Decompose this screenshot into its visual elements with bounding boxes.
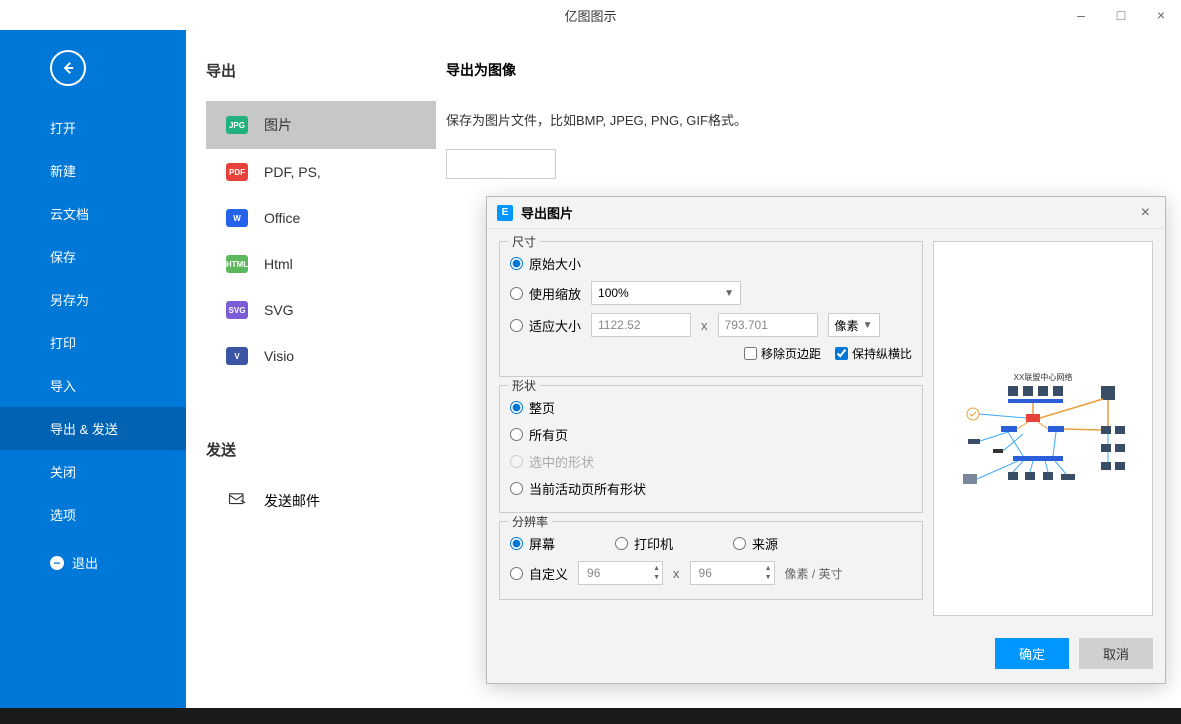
radio-use-scale[interactable]: 使用缩放 [510, 284, 581, 303]
window-controls: – □ × [1061, 0, 1181, 30]
svg-icon: SVG [226, 301, 248, 319]
sidebar-item-saveas[interactable]: 另存为 [0, 278, 186, 321]
radio-screen-dpi[interactable]: 屏幕 [510, 534, 555, 553]
sidebar-item-new[interactable]: 新建 [0, 149, 186, 192]
dialog-title: 导出图片 [521, 203, 1136, 222]
detail-desc: 保存为图片文件，比如BMP, JPEG, PNG, GIF格式。 [446, 110, 1161, 129]
chevron-down-icon: ▼ [724, 288, 734, 299]
export-item-svg[interactable]: SVG SVG [206, 287, 436, 333]
chevron-down-icon: ▼ [863, 320, 873, 331]
spinner-down-icon[interactable]: ▼ [765, 573, 772, 582]
radio-whole-page[interactable]: 整页 [510, 398, 555, 417]
resolution-group: 分辨率 屏幕 打印机 来源 [499, 521, 923, 600]
dpi-y-input[interactable]: 96 ▲▼ [690, 561, 775, 585]
dialog-header[interactable]: E 导出图片 × [487, 197, 1165, 229]
arrow-left-icon [59, 59, 77, 77]
mail-icon [226, 490, 248, 511]
pdf-icon: PDF [226, 163, 248, 181]
ok-button[interactable]: 确定 [995, 638, 1069, 669]
radio-active-shapes[interactable]: 当前活动页所有形状 [510, 479, 646, 498]
close-button[interactable]: × [1141, 0, 1181, 30]
width-input[interactable] [591, 313, 691, 337]
taskbar[interactable] [0, 708, 1181, 724]
radio-source-dpi[interactable]: 来源 [733, 534, 778, 553]
size-group: 尺寸 原始大小 使用缩放 [499, 241, 923, 377]
radio-selected-shapes: 选中的形状 [510, 452, 594, 471]
preview-image: XX联盟中心网络 [953, 364, 1133, 494]
export-image-dialog: E 导出图片 × 尺寸 原始大小 [486, 196, 1166, 684]
spinner-up-icon[interactable]: ▲ [653, 564, 660, 573]
export-item-html[interactable]: HTML Html [206, 241, 436, 287]
visio-icon: V [226, 347, 248, 365]
keep-ratio-checkbox[interactable]: 保持纵横比 [835, 345, 912, 362]
sidebar-item-options[interactable]: 选项 [0, 493, 186, 536]
radio-all-pages[interactable]: 所有页 [510, 425, 568, 444]
html-icon: HTML [226, 255, 248, 273]
export-preview-box[interactable] [446, 149, 556, 179]
export-section-title: 导出 [206, 60, 436, 81]
send-email-item[interactable]: 发送邮件 [206, 480, 436, 521]
radio-original-size[interactable]: 原始大小 [510, 254, 581, 273]
sidebar-item-import[interactable]: 导入 [0, 364, 186, 407]
sidebar-item-save[interactable]: 保存 [0, 235, 186, 278]
sidebar-item-open[interactable]: 打开 [0, 106, 186, 149]
jpg-icon: JPG [226, 116, 248, 134]
spinner-up-icon[interactable]: ▲ [765, 564, 772, 573]
size-unit-select[interactable]: 像素 ▼ [828, 313, 880, 337]
cancel-button[interactable]: 取消 [1079, 638, 1153, 669]
spinner-down-icon[interactable]: ▼ [653, 573, 660, 582]
dpi-unit-label: 像素 / 英寸 [785, 565, 843, 582]
sidebar-item-print[interactable]: 打印 [0, 321, 186, 364]
export-item-office[interactable]: W Office [206, 195, 436, 241]
sidebar-item-cloud[interactable]: 云文档 [0, 192, 186, 235]
maximize-button[interactable]: □ [1101, 0, 1141, 30]
exit-icon: − [50, 556, 64, 570]
titlebar: 亿图图示 – □ × [0, 0, 1181, 30]
send-section-title: 发送 [206, 439, 436, 460]
detail-title: 导出为图像 [446, 60, 1161, 80]
dialog-footer: 确定 取消 [487, 628, 1165, 683]
app-title: 亿图图示 [564, 6, 616, 25]
sidebar-item-export-send[interactable]: 导出 & 发送 [0, 407, 186, 450]
preview-panel: XX联盟中心网络 [933, 241, 1153, 616]
sidebar: 打开 新建 云文档 保存 另存为 打印 导入 导出 & 发送 关闭 选项 − 退… [0, 30, 186, 724]
shape-group: 形状 整页 所有页 [499, 385, 923, 513]
radio-printer-dpi[interactable]: 打印机 [615, 534, 673, 553]
sidebar-item-exit[interactable]: − 退出 [0, 541, 186, 584]
content-area: 导出 JPG 图片 PDF PDF, PS, W Office HTML [186, 30, 1181, 724]
office-icon: W [226, 209, 248, 227]
radio-custom-dpi[interactable]: 自定义 [510, 564, 568, 583]
export-item-pdf[interactable]: PDF PDF, PS, [206, 149, 436, 195]
back-button[interactable] [50, 50, 86, 86]
dialog-close-button[interactable]: × [1136, 204, 1155, 222]
export-item-visio[interactable]: V Visio [206, 333, 436, 379]
dialog-app-icon: E [497, 205, 513, 221]
radio-fit-size[interactable]: 适应大小 [510, 316, 581, 335]
dpi-x-input[interactable]: 96 ▲▼ [578, 561, 663, 585]
remove-margin-checkbox[interactable]: 移除页边距 [744, 345, 821, 362]
scale-select[interactable]: 100% ▼ [591, 281, 741, 305]
minimize-button[interactable]: – [1061, 0, 1101, 30]
sidebar-item-close[interactable]: 关闭 [0, 450, 186, 493]
export-item-image[interactable]: JPG 图片 [206, 101, 436, 149]
export-list: 导出 JPG 图片 PDF PDF, PS, W Office HTML [206, 60, 436, 521]
height-input[interactable] [718, 313, 818, 337]
dim-separator: x [701, 318, 708, 333]
